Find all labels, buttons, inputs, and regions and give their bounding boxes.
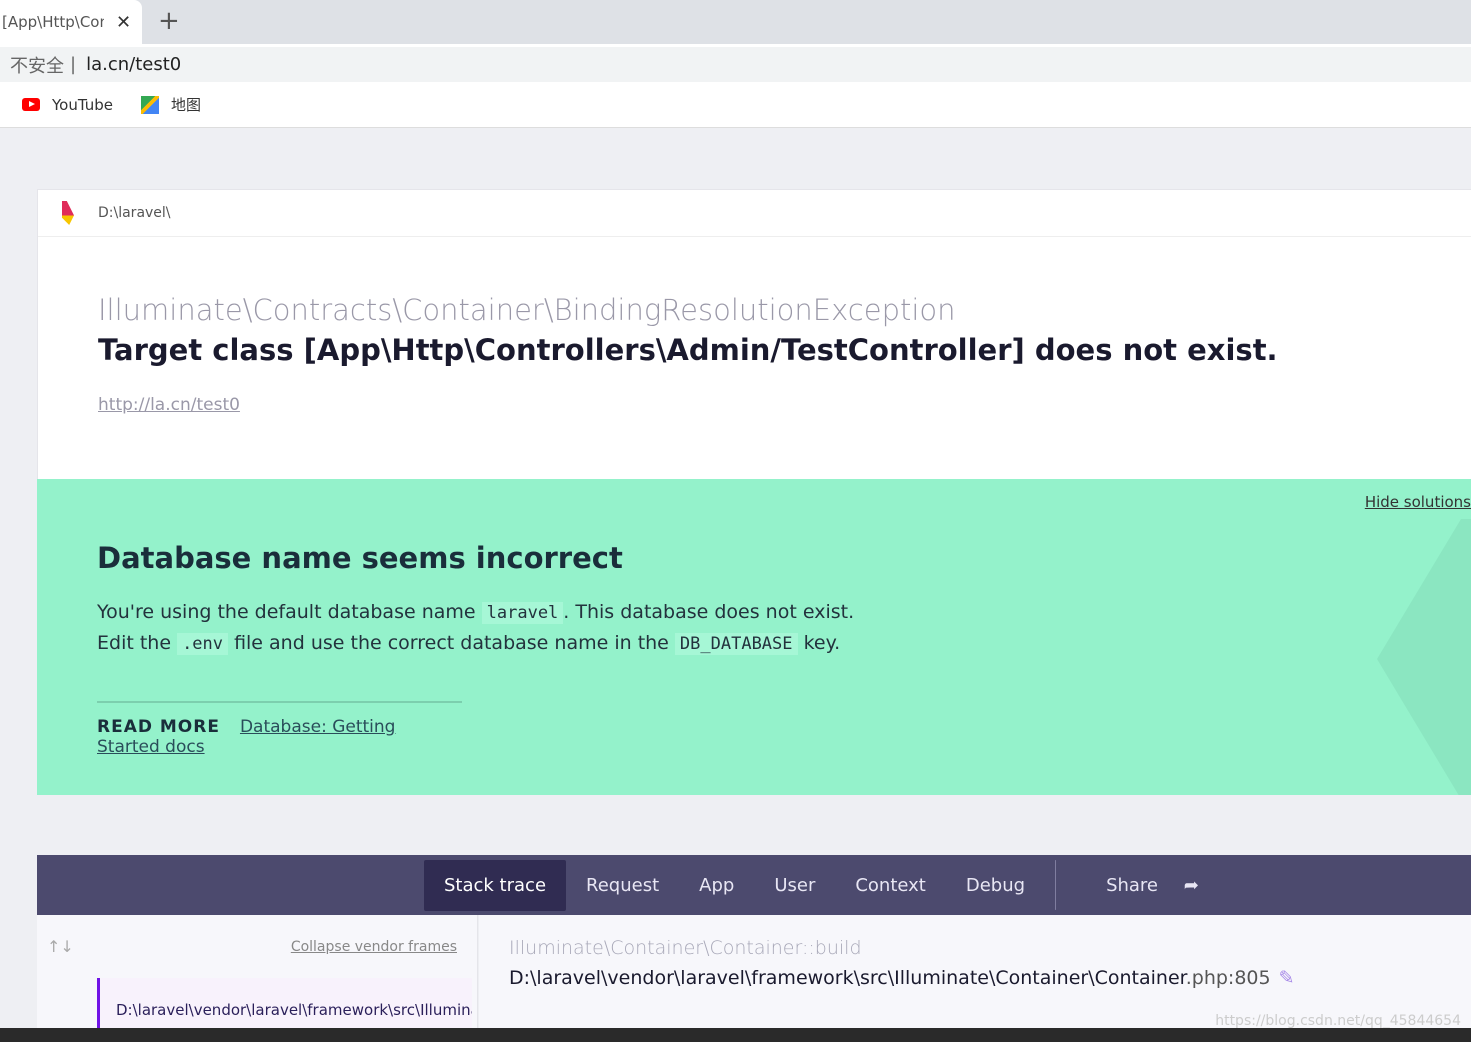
tab-request[interactable]: Request	[566, 860, 679, 911]
maps-icon	[141, 95, 159, 114]
security-label[interactable]: 不安全	[10, 52, 64, 78]
tab-bar: [App\Http\Controllers\Admin/TestControll…	[0, 0, 1471, 44]
read-more-label: READ MORE	[97, 717, 220, 737]
collapse-vendor-frames-link[interactable]: Collapse vendor frames	[291, 939, 457, 955]
solution-description: You're using the default database name l…	[97, 601, 855, 655]
frames-list: ↑↓ Collapse vendor frames D:\laravel\ven…	[37, 915, 478, 1038]
new-tab-icon[interactable]: +	[158, 6, 180, 36]
edit-pencil-icon[interactable]: ✎	[1279, 967, 1295, 989]
taskbar	[0, 1028, 1471, 1042]
address-bar[interactable]: 不安全 | la.cn/test0	[0, 44, 1471, 82]
tab-nav: Stack trace Request App User Context Deb…	[37, 855, 1471, 915]
error-card: D:\laravel\ Illuminate\Contracts\Contain…	[37, 189, 1471, 481]
divider	[1055, 860, 1057, 910]
frame-function: Illuminate\Container\Container::build	[509, 937, 862, 959]
ignition-logo-icon	[62, 201, 74, 225]
solution-title: Database name seems incorrect	[97, 541, 623, 575]
youtube-icon	[22, 98, 40, 111]
bookmark-maps[interactable]: 地图	[171, 94, 201, 115]
frame-file: D:\laravel\vendor\laravel\framework\src\…	[509, 967, 1295, 989]
request-url-link[interactable]: http://la.cn/test0	[98, 395, 240, 415]
tab-debug[interactable]: Debug	[946, 860, 1045, 911]
watermark: https://blog.csdn.net/qq_45844654	[1215, 1013, 1461, 1029]
exception-class: Illuminate\Contracts\Container\BindingRe…	[98, 293, 956, 327]
hide-solutions-link[interactable]: Hide solutions	[1365, 493, 1471, 511]
bookmark-youtube[interactable]: YouTube	[52, 96, 113, 114]
close-tab-icon[interactable]: ✕	[116, 12, 131, 33]
sort-arrows-icon[interactable]: ↑↓	[47, 937, 74, 956]
app-path: D:\laravel\	[98, 205, 171, 221]
url-text[interactable]: la.cn/test0	[86, 54, 181, 75]
exception-message: Target class [App\Http\Controllers\Admin…	[98, 333, 1278, 367]
tab-app[interactable]: App	[679, 860, 754, 911]
share-icon: ➦	[1183, 874, 1199, 896]
share-button[interactable]: Share ➦	[1066, 860, 1219, 911]
tab-context[interactable]: Context	[835, 860, 946, 911]
bookmarks-bar: YouTube 地图	[0, 82, 1471, 128]
tab-user[interactable]: User	[754, 860, 835, 911]
solution-panel: Hide solutions Database name seems incor…	[37, 479, 1471, 795]
browser-tab[interactable]: [App\Http\Controllers\Admin/TestControll…	[0, 0, 142, 44]
tab-stack-trace[interactable]: Stack trace	[424, 859, 567, 911]
